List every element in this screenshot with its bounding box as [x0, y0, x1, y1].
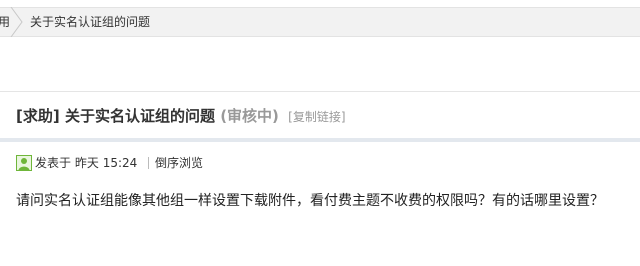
reverse-order-link[interactable]: 倒序浏览 — [155, 155, 203, 171]
user-icon[interactable] — [16, 155, 32, 171]
post-title-row: [求助] 关于实名认证组的问题 (审核中) [复制链接] — [16, 107, 346, 126]
post-content: 请问实名认证组能像其他组一样设置下载附件，看付费主题不收费的权限吗？有的话哪里设… — [16, 193, 604, 209]
chevron-separator-icon — [10, 7, 23, 37]
copy-link-button[interactable]: [复制链接] — [288, 110, 345, 124]
header-divider — [0, 91, 640, 92]
post-title: 关于实名认证组的问题 — [64, 107, 215, 125]
post-date: 发表于 昨天 15:24 — [35, 156, 138, 170]
post-tag: [求助] — [16, 107, 60, 125]
meta-divider — [148, 157, 149, 169]
title-divider — [0, 138, 640, 142]
breadcrumb: 用 关于实名认证组的问题 — [0, 7, 640, 37]
moderation-status: (审核中) — [220, 107, 279, 125]
breadcrumb-current[interactable]: 关于实名认证组的问题 — [30, 15, 150, 29]
breadcrumb-parent-link[interactable]: 用 — [0, 15, 10, 29]
